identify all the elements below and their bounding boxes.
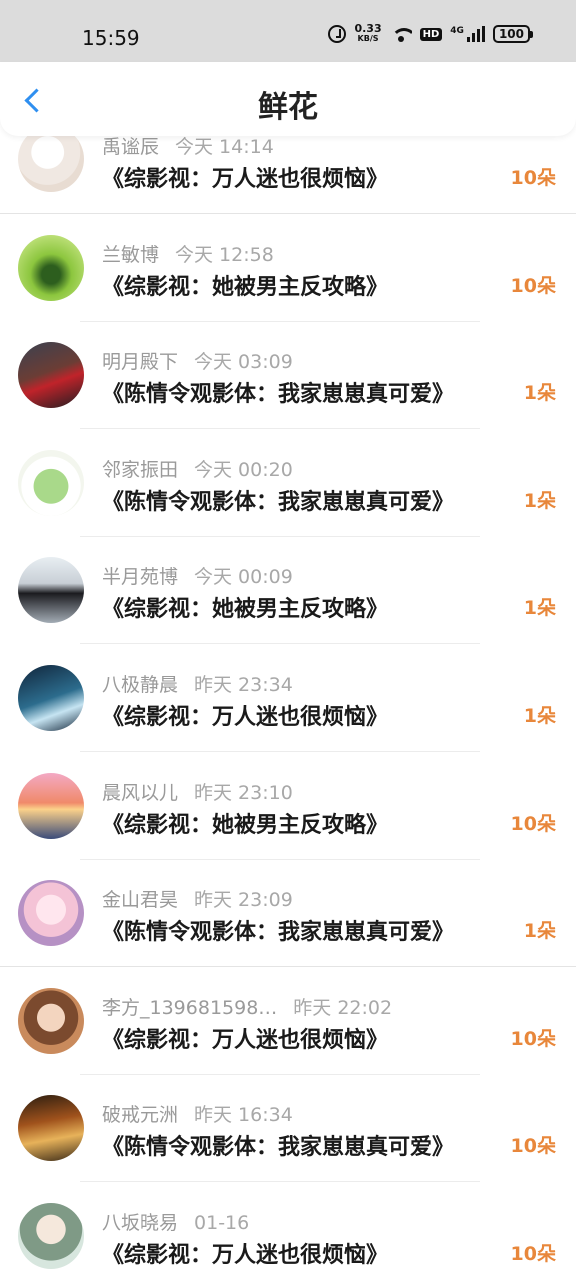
send-time: 昨天 23:10 [194,782,293,804]
flower-count: 10朵 [510,1135,556,1157]
list-item[interactable]: 半月苑博 今天 00:09 《综影视：她被男主反攻略》 1朵 [0,536,576,644]
sender-meta: 禹谧辰 今天 14:14 [102,132,274,159]
avatar[interactable] [18,773,84,839]
sender-meta: 邻家振田 今天 00:20 [102,455,293,482]
avatar[interactable] [18,988,84,1054]
send-time: 昨天 23:09 [194,889,293,911]
book-title[interactable]: 《陈情令观影体：我家崽崽真可爱》 [102,376,454,408]
book-title[interactable]: 《综影视：她被男主反攻略》 [102,269,388,301]
avatar[interactable] [18,557,84,623]
sender-meta: 八坂晓易 01-16 [102,1208,249,1235]
book-title[interactable]: 《综影视：万人迷也很烦恼》 [102,1022,388,1054]
list-item[interactable]: 八极静晨 昨天 23:34 《综影视：万人迷也很烦恼》 1朵 [0,644,576,752]
avatar[interactable] [18,450,84,516]
send-time: 今天 03:09 [194,351,293,373]
book-title[interactable]: 《综影视：她被男主反攻略》 [102,591,388,623]
status-bar: 15:59 0.33 KB/S HD 4G 100 [0,0,576,62]
network-speed-unit: KB/S [357,34,379,43]
sender-name[interactable]: 半月苑博 [102,566,178,588]
sender-name[interactable]: 金山君昊 [102,889,178,911]
flower-count: 1朵 [523,490,556,512]
send-time: 今天 00:09 [194,566,293,588]
sender-name[interactable]: 晨风以儿 [102,782,178,804]
sender-name[interactable]: 八极静晨 [102,674,178,696]
avatar[interactable] [18,880,84,946]
flower-count: 10朵 [510,1028,556,1050]
sender-meta: 八极静晨 昨天 23:34 [102,670,293,697]
book-title[interactable]: 《陈情令观影体：我家崽崽真可爱》 [102,914,454,946]
send-time: 今天 14:14 [175,136,274,158]
battery-icon: 100 [492,25,534,43]
send-time: 今天 12:58 [175,244,274,266]
sender-meta: 晨风以儿 昨天 23:10 [102,778,293,805]
list-item[interactable]: 破戒元洲 昨天 16:34 《陈情令观影体：我家崽崽真可爱》 10朵 [0,1074,576,1182]
list-item[interactable]: 明月殿下 今天 03:09 《陈情令观影体：我家崽崽真可爱》 1朵 [0,321,576,429]
book-title[interactable]: 《综影视：她被男主反攻略》 [102,807,388,839]
list-item[interactable]: 邻家振田 今天 00:20 《陈情令观影体：我家崽崽真可爱》 1朵 [0,429,576,537]
avatar[interactable] [18,342,84,408]
sender-meta: 半月苑博 今天 00:09 [102,562,293,589]
page-title: 鲜花 [258,90,318,125]
flower-count: 1朵 [523,920,556,942]
flower-count: 10朵 [510,1243,556,1265]
hd-icon: HD [419,27,443,41]
flower-count: 10朵 [510,167,556,189]
sender-name[interactable]: 禹谧辰 [102,136,159,158]
sender-meta: 破戒元洲 昨天 16:34 [102,1100,293,1127]
sender-meta: 金山君昊 昨天 23:09 [102,885,293,912]
send-time: 01-16 [194,1212,250,1234]
sender-meta: 兰敏博 今天 12:58 [102,240,274,267]
network-speed: 0.33 KB/S [354,22,382,44]
status-time: 15:59 [82,26,140,50]
signal-label: 4G [450,26,464,36]
sender-name[interactable]: 破戒元洲 [102,1104,178,1126]
nav-bar: 鲜花 [0,62,576,136]
sender-meta: 明月殿下 今天 03:09 [102,347,293,374]
flower-count: 1朵 [523,597,556,619]
list-item[interactable]: 李方_139681598… 昨天 22:02 《综影视：万人迷也很烦恼》 10朵 [0,967,576,1075]
network-speed-value: 0.33 [354,22,382,35]
avatar[interactable] [18,665,84,731]
send-time: 昨天 23:34 [194,674,293,696]
book-title[interactable]: 《综影视：万人迷也很烦恼》 [102,161,388,193]
sender-name[interactable]: 八坂晓易 [102,1212,178,1234]
list-item[interactable]: 晨风以儿 昨天 23:10 《综影视：她被男主反攻略》 10朵 [0,752,576,860]
sender-name[interactable]: 明月殿下 [102,351,178,373]
list-item[interactable]: 八坂晓易 01-16 《综影视：万人迷也很烦恼》 10朵 [0,1182,576,1280]
alarm-icon [328,25,347,43]
flower-count: 10朵 [510,813,556,835]
sender-name[interactable]: 李方_139681598… [102,997,277,1019]
flower-count: 1朵 [523,705,556,727]
send-time: 昨天 22:02 [293,997,393,1019]
book-title[interactable]: 《综影视：万人迷也很烦恼》 [102,1237,388,1269]
avatar[interactable] [18,235,84,301]
sender-name[interactable]: 兰敏博 [102,244,159,266]
sender-meta: 李方_139681598… 昨天 22:02 [102,993,392,1020]
status-icons: 0.33 KB/S HD 4G 100 [328,22,534,44]
send-time: 昨天 16:34 [194,1104,293,1126]
book-title[interactable]: 《综影视：万人迷也很烦恼》 [102,699,388,731]
flower-count: 1朵 [523,382,556,404]
list-item[interactable]: 兰敏博 今天 12:58 《综影视：她被男主反攻略》 10朵 [0,214,576,322]
signal-icon: 4G [450,26,485,42]
avatar[interactable] [18,1203,84,1269]
book-title[interactable]: 《陈情令观影体：我家崽崽真可爱》 [102,484,454,516]
flower-count: 10朵 [510,275,556,297]
book-title[interactable]: 《陈情令观影体：我家崽崽真可爱》 [102,1129,454,1161]
list-item[interactable]: 金山君昊 昨天 23:09 《陈情令观影体：我家崽崽真可爱》 1朵 [0,859,576,967]
sender-name[interactable]: 邻家振田 [102,459,178,481]
wifi-icon [390,26,412,42]
avatar[interactable] [18,1095,84,1161]
send-time: 今天 00:20 [194,459,293,481]
